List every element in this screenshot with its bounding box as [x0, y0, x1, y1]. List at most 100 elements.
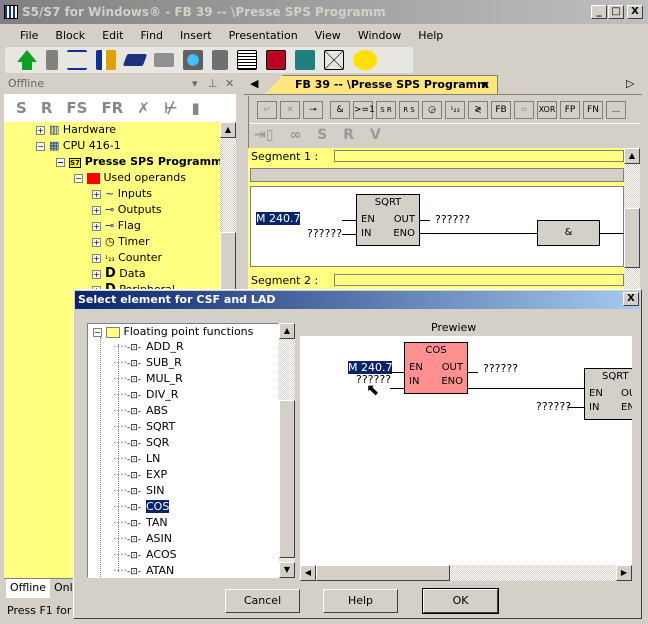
function-item-sqrt[interactable]: ····-⊡- SQRT — [113, 419, 175, 435]
tree-item-cpu[interactable]: − ▦ CPU 416-1 — [36, 138, 121, 154]
menu-edit[interactable]: Edit — [102, 29, 123, 42]
function-item-div_r[interactable]: ····-⊡- DIV_R — [113, 387, 178, 403]
tree-item-inputs[interactable]: + ~ Inputs — [92, 186, 152, 202]
close-button[interactable]: X — [627, 5, 643, 19]
counter-icon[interactable]: ¹₂₃ — [445, 101, 465, 119]
function-item-sin[interactable]: ····-⊡- SIN — [113, 483, 164, 499]
function-item-abs[interactable]: ····-⊡- ABS — [113, 403, 168, 419]
r-button[interactable]: R — [343, 127, 354, 143]
function-item-sub_r[interactable]: ····-⊡- SUB_R — [113, 355, 182, 371]
scroll-left-icon[interactable]: ◀ — [300, 565, 316, 581]
contact-icon[interactable]: ⊸ — [303, 101, 323, 119]
ok-button[interactable]: OK — [422, 588, 499, 614]
force-set-button[interactable]: FS — [66, 99, 87, 117]
tree-item-data[interactable]: + D Data — [92, 266, 146, 282]
function-item-cos[interactable]: ····-⊡- COS — [113, 499, 170, 515]
scroll-right-icon[interactable]: ▶ — [616, 565, 632, 581]
tab-scroll-right-icon[interactable]: ▷ — [626, 77, 634, 90]
io-icon[interactable] — [295, 50, 315, 70]
tree-item-timer[interactable]: + ◷ Timer — [92, 234, 150, 250]
v-button[interactable]: V — [370, 127, 381, 143]
scroll-up-icon[interactable]: ▲ — [279, 323, 295, 339]
function-item-mul_r[interactable]: ····-⊡- MUL_R — [113, 371, 183, 387]
preview-hscrollbar[interactable]: ◀ ▶ — [300, 565, 632, 581]
tab-fb39[interactable]: FB 39 -- \Presse SPS Programm x — [264, 75, 498, 95]
input-placeholder[interactable]: ?????? — [307, 227, 342, 240]
element-tree-vscrollbar[interactable]: ▲ ▼ — [279, 323, 295, 578]
help-icon[interactable] — [353, 50, 377, 70]
sqrt-block[interactable]: SQRT EN IN OUT ENO — [356, 194, 420, 246]
function-item-sqr[interactable]: ····-⊡- SQR — [113, 435, 169, 451]
and-block[interactable]: & — [537, 220, 600, 246]
scroll-thumb[interactable] — [624, 208, 640, 268]
scroll-thumb[interactable] — [279, 400, 295, 558]
more-button[interactable]: ... — [606, 101, 626, 119]
scroll-down-icon[interactable]: ▼ — [279, 562, 295, 578]
editor-vscrollbar[interactable]: ▲ — [624, 148, 640, 290]
dropdown-icon[interactable]: ▾ — [192, 75, 198, 92]
maximize-button[interactable]: □ — [608, 5, 624, 19]
diagnostics-icon[interactable] — [96, 50, 116, 70]
s-button[interactable]: S — [317, 127, 327, 143]
segment2-comment[interactable] — [334, 274, 624, 286]
tree-item-outputs[interactable]: + ⊸ Outputs — [92, 202, 162, 218]
menu-help[interactable]: Help — [418, 29, 443, 42]
menu-insert[interactable]: Insert — [180, 29, 212, 42]
menu-file[interactable]: File — [20, 29, 38, 42]
list-icon[interactable] — [237, 50, 257, 70]
dialog-close-button[interactable]: X — [623, 292, 639, 306]
menu-block[interactable]: Block — [55, 29, 85, 42]
minimize-button[interactable]: _ — [591, 5, 607, 19]
compare-icon[interactable]: ≷ — [468, 101, 488, 119]
operand-m240[interactable]: M 240.7 — [256, 212, 301, 225]
tree-folder-floating-point[interactable]: − Floating point functions — [93, 324, 253, 340]
scroll-up-icon[interactable]: ▲ — [624, 148, 640, 164]
fp-button[interactable]: FP — [560, 101, 580, 119]
force-reset-button[interactable]: FR — [101, 99, 123, 117]
tab-close-icon[interactable]: x — [482, 76, 489, 94]
menu-presentation[interactable]: Presentation — [229, 29, 298, 42]
scroll-up-icon[interactable]: ▲ — [220, 122, 236, 138]
hardware-icon[interactable] — [212, 50, 228, 70]
branch-icon[interactable]: ↵ — [257, 101, 277, 119]
pin-icon[interactable]: ⊥ — [208, 75, 218, 92]
plc-disabled-icon[interactable] — [154, 53, 174, 67]
probe-icon[interactable]: ⊬ — [164, 99, 178, 117]
output-placeholder[interactable]: ?????? — [435, 213, 470, 226]
segment1-comment[interactable] — [334, 150, 624, 162]
compare-icon[interactable] — [67, 50, 87, 70]
plc-icon[interactable] — [122, 54, 148, 66]
network-icon[interactable] — [183, 50, 203, 70]
block-icon[interactable]: ▮ — [192, 99, 200, 117]
menu-find[interactable]: Find — [141, 29, 164, 42]
timer-icon[interactable]: ◶ — [422, 101, 442, 119]
menu-window[interactable]: Window — [358, 29, 401, 42]
cross-reference-icon[interactable] — [266, 50, 286, 70]
assign-button[interactable]: = — [514, 101, 534, 119]
scroll-thumb[interactable] — [316, 565, 450, 581]
tree-item-hardware[interactable]: + ▥ Hardware — [36, 122, 116, 138]
set-button[interactable]: S — [16, 99, 27, 117]
delete-icon[interactable]: ✕ — [280, 101, 300, 119]
tree-item-program[interactable]: − S7 Presse SPS Programm — [56, 154, 223, 170]
function-item-atan[interactable]: ····-⊡- ATAN — [113, 563, 174, 579]
scroll-thumb[interactable] — [220, 232, 236, 292]
help-button[interactable]: Help — [323, 589, 398, 613]
sr-button[interactable]: S R — [376, 101, 396, 119]
unforce-icon[interactable]: ✗ — [137, 99, 150, 117]
envelope-icon[interactable] — [324, 50, 344, 70]
upload-icon[interactable] — [17, 50, 37, 70]
fn-button[interactable]: FN — [583, 101, 603, 119]
menu-view[interactable]: View — [315, 29, 341, 42]
tree-item-flag[interactable]: + ⊸ Flag — [92, 218, 141, 234]
cancel-button[interactable]: Cancel — [225, 589, 300, 613]
reset-button[interactable]: R — [41, 99, 53, 117]
function-item-exp[interactable]: ····-⊡- EXP — [113, 467, 167, 483]
or-button[interactable]: >=1 — [353, 101, 375, 119]
panel-close-icon[interactable]: ✕ — [225, 75, 234, 92]
function-item-ln[interactable]: ····-⊡- LN — [113, 451, 160, 467]
function-item-tan[interactable]: ····-⊡- TAN — [113, 515, 168, 531]
glasses-icon[interactable]: ∞ — [289, 127, 301, 143]
fb-button[interactable]: FB — [491, 101, 511, 119]
segment1-title[interactable] — [250, 168, 624, 182]
